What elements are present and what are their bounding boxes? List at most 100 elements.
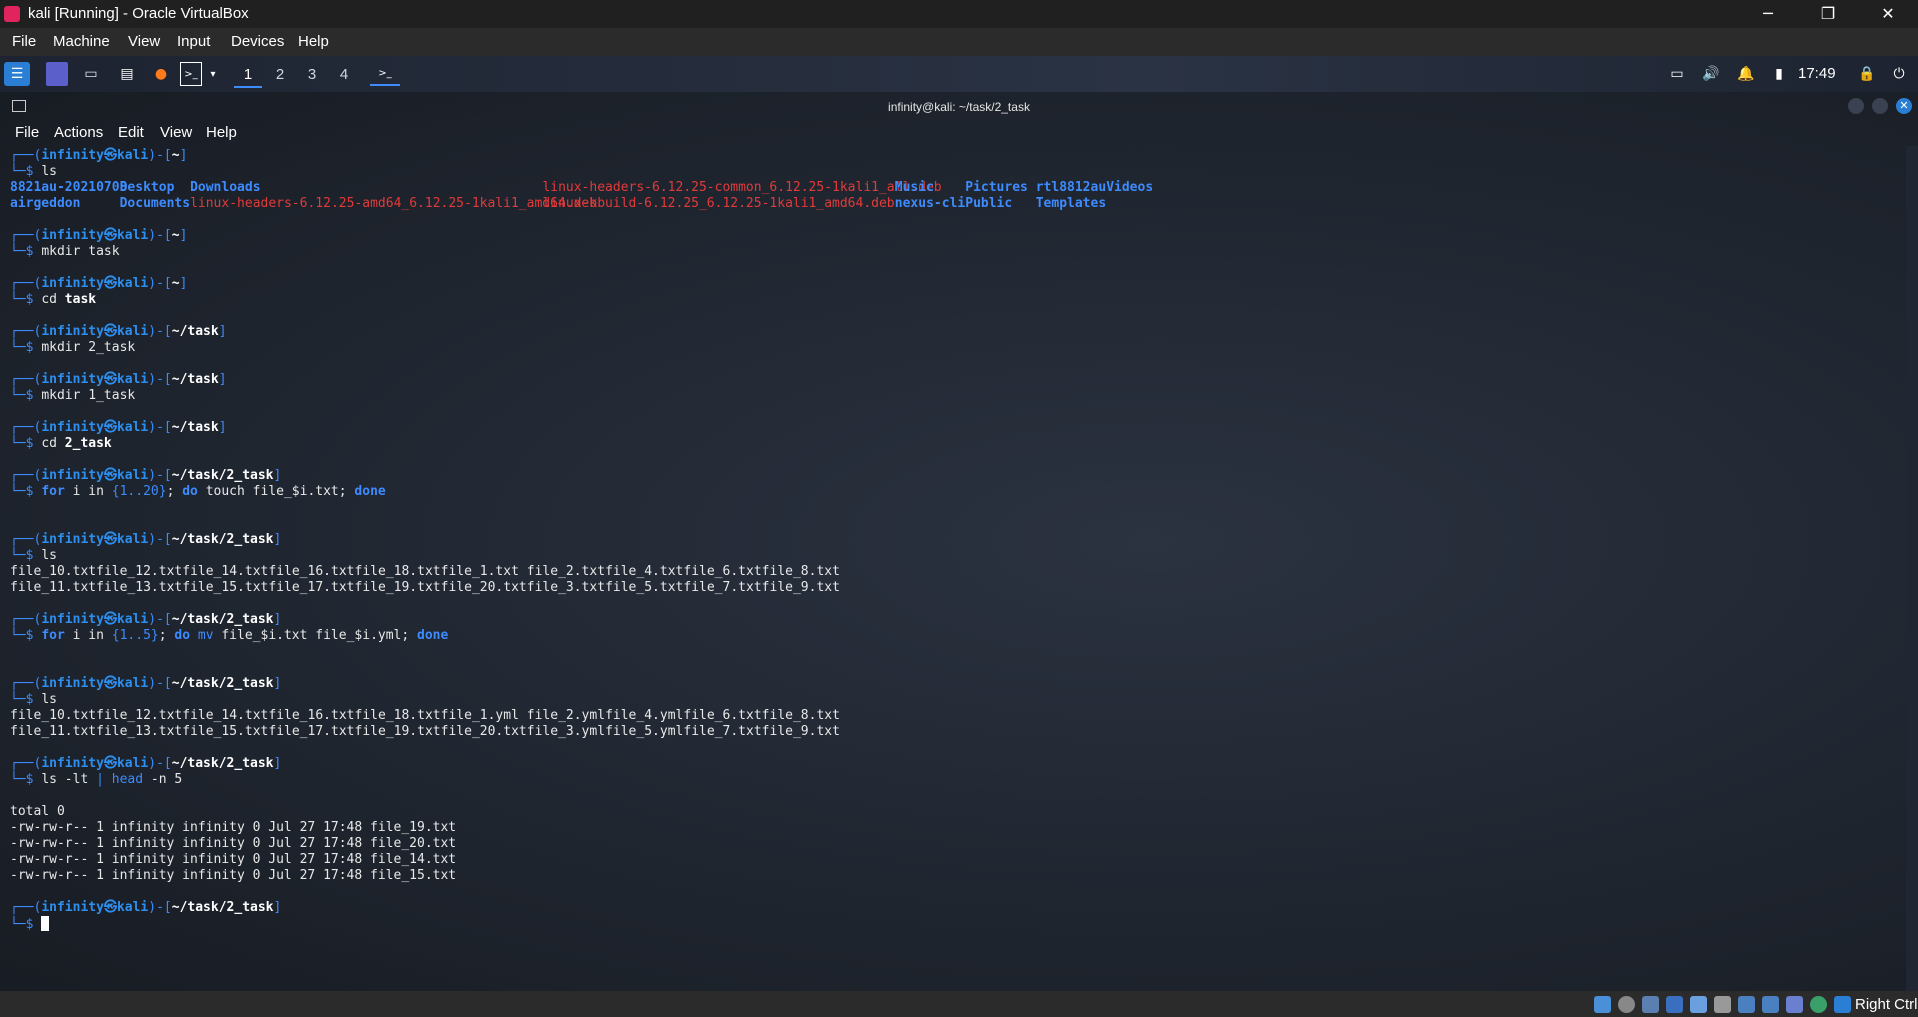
terminal-menu-actions[interactable]: Actions	[54, 124, 103, 141]
file-entry: file_2.yml	[526, 708, 606, 723]
optical-drive-icon[interactable]	[1618, 996, 1635, 1013]
terminal-line: -rw-rw-r-- 1 infinity infinity 0 Jul 27 …	[10, 820, 456, 836]
terminal-line: └─$ mkdir 1_task	[10, 388, 456, 404]
command-text: cd 2_task	[41, 436, 111, 451]
terminal-menu-edit[interactable]: Edit	[118, 124, 144, 141]
prompt-sep: )-[	[148, 532, 172, 547]
menu-help[interactable]: Help	[298, 33, 329, 50]
hard-disk-icon[interactable]	[1594, 996, 1611, 1013]
prompt-sep: )-[	[148, 676, 172, 691]
restore-button[interactable]: ❐	[1800, 0, 1856, 28]
display-icon[interactable]: ▭	[1666, 62, 1688, 86]
file-entry: Documents	[119, 196, 191, 211]
terminal-line: └─$ cd 2_task	[10, 436, 456, 452]
terminal-output[interactable]: ┌──(infinity㉿kali)-[~] └─$ ls 8821au-20210…	[10, 148, 1153, 932]
file-entry: file_14.txt	[182, 564, 269, 579]
terminal-menu-help[interactable]: Help	[206, 124, 237, 141]
terminal-line: airgeddon Documents linux-headers-6.12.25-…	[10, 196, 1106, 212]
workspace-4[interactable]: 4	[330, 62, 358, 88]
file-entry: file_5.txt	[605, 580, 684, 595]
kali-top-panel: ☰ ▭ ▤ ● >_ ▾ 1 2 3 4 >_ ▭ 🔊 🔔 ▮ 17:49 🔒 …	[0, 56, 1918, 92]
prompt-end: ]	[218, 420, 227, 435]
menu-devices[interactable]: Devices	[231, 33, 284, 50]
terminal-line: 8821au-20210708 Desktop Downloads linux-hea…	[10, 180, 1153, 196]
file-entry: Desktop	[119, 180, 175, 195]
menu-file[interactable]: File	[12, 33, 36, 50]
ls-lt-output-line: -rw-rw-r-- 1 infinity infinity 0 Jul 27 …	[10, 852, 457, 867]
prompt-user: infinity	[41, 420, 104, 435]
kali-menu-icon[interactable]: ☰	[4, 62, 30, 86]
terminal-scrollbar[interactable]	[1906, 146, 1918, 991]
file-entry: file_19.txt	[354, 724, 441, 739]
terminal-cursor[interactable]	[41, 916, 50, 931]
command-token: i in	[64, 628, 112, 643]
prompt-host: kali	[116, 676, 149, 691]
prompt-end: ]	[273, 756, 282, 771]
volume-icon[interactable]: 🔊	[1700, 62, 1722, 86]
terminal-line: ┌──(infinity㉿kali)-[~/task]	[10, 372, 456, 388]
display-status-icon[interactable]	[1738, 996, 1755, 1013]
file-entry: Public	[965, 196, 1013, 211]
power-icon[interactable]: ⏻	[1888, 62, 1910, 86]
command-text: ls	[41, 548, 57, 563]
close-button[interactable]: ✕	[1860, 0, 1916, 28]
file-entry: file_13.txt	[96, 580, 183, 595]
file-entry: file_18.txt	[354, 708, 441, 723]
terminal-menu-file[interactable]: File	[15, 124, 39, 141]
network-icon[interactable]	[1666, 996, 1683, 1013]
command-token: head	[111, 772, 144, 787]
terminal-menu-view[interactable]: View	[160, 124, 192, 141]
file-manager-icon[interactable]: ▭	[80, 62, 102, 86]
virtualization-icon[interactable]	[1786, 996, 1803, 1013]
lock-screen-icon[interactable]: 🔒	[1856, 62, 1878, 86]
command-text: mkdir 2_task	[41, 340, 135, 355]
terminal-maximize-button[interactable]	[1872, 98, 1888, 114]
shared-folders-icon[interactable]	[1714, 996, 1731, 1013]
terminal-line: └─$ for i in {1..20}; do touch file_$i.t…	[10, 484, 456, 500]
recording-icon[interactable]	[1762, 996, 1779, 1013]
prompt-user: infinity	[41, 372, 104, 387]
prompt-host: kali	[116, 148, 149, 163]
prompt-symbol: ㉿	[103, 276, 117, 291]
prompt-user: infinity	[41, 612, 104, 627]
menu-view[interactable]: View	[128, 33, 160, 50]
text-editor-icon[interactable]: ▤	[116, 62, 138, 86]
workspace-2[interactable]: 2	[266, 62, 294, 88]
terminal-launcher-icon[interactable]: >_	[180, 62, 202, 86]
ls-lt-output-line: -rw-rw-r-- 1 infinity infinity 0 Jul 27 …	[10, 868, 457, 883]
firefox-icon[interactable]: ●	[150, 62, 172, 86]
chevron-down-icon[interactable]: ▾	[206, 62, 220, 86]
prompt-sep: )-[	[148, 372, 172, 387]
show-desktop-icon[interactable]	[46, 62, 68, 86]
workspace-1[interactable]: 1	[234, 62, 262, 88]
menu-input[interactable]: Input	[177, 33, 210, 50]
prompt-path: ~/task	[171, 420, 219, 435]
terminal-minimize-button[interactable]	[1848, 98, 1864, 114]
keyboard-capture-icon[interactable]	[1834, 996, 1851, 1013]
command-token: ls	[41, 548, 57, 563]
prompt-symbol: ㉿	[103, 612, 117, 627]
menu-machine[interactable]: Machine	[53, 33, 110, 50]
prompt-end: ]	[179, 276, 188, 291]
file-entry: file_15.txt	[182, 580, 269, 595]
usb-icon[interactable]	[1690, 996, 1707, 1013]
notification-bell-icon[interactable]: 🔔	[1735, 62, 1757, 86]
command-token: task	[64, 292, 97, 307]
mouse-integration-icon[interactable]	[1810, 996, 1827, 1013]
file-entry: file_3.txt	[526, 580, 606, 595]
battery-icon[interactable]: ▮	[1768, 62, 1790, 86]
prompt-corner: ┌──(	[10, 372, 42, 387]
audio-icon[interactable]	[1642, 996, 1659, 1013]
panel-clock[interactable]: 17:49	[1798, 65, 1836, 82]
terminal-close-button[interactable]: ✕	[1896, 98, 1912, 114]
command-text: ls	[41, 164, 57, 179]
workspace-3[interactable]: 3	[298, 62, 326, 88]
taskbar-terminal-window[interactable]: >_	[370, 62, 400, 86]
file-entry: file_8.txt	[761, 564, 840, 579]
minimize-button[interactable]: ─	[1740, 0, 1796, 28]
terminal-line: └─$ cd task	[10, 292, 456, 308]
